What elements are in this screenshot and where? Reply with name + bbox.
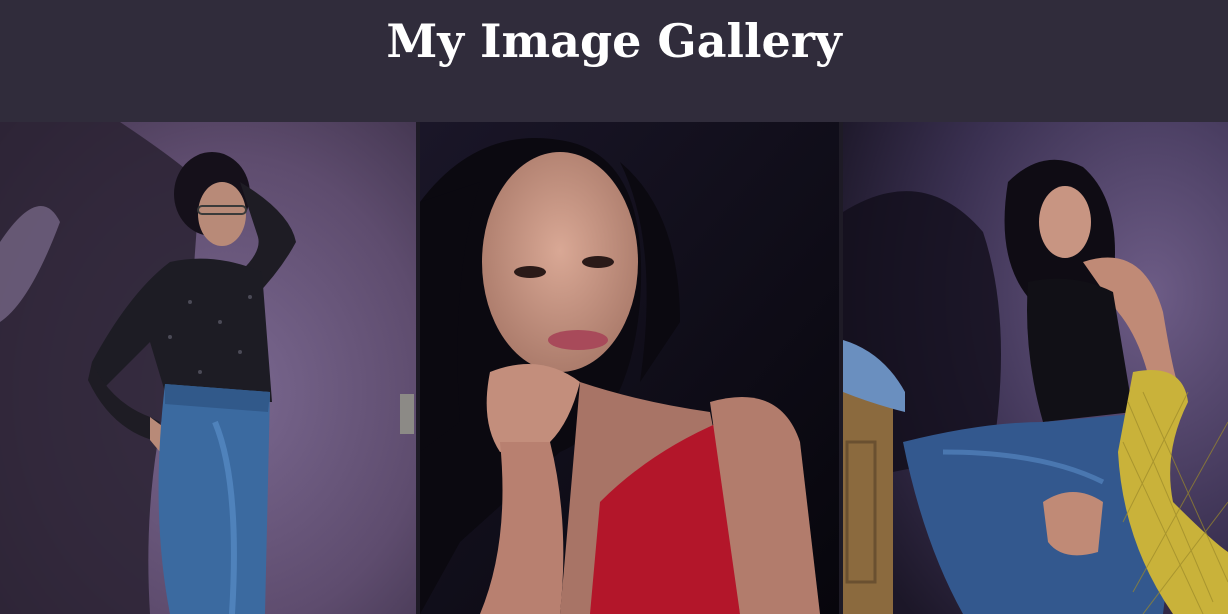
header-bar: My Image Gallery bbox=[0, 0, 1228, 122]
page-title: My Image Gallery bbox=[386, 14, 842, 68]
gallery-image-1[interactable] bbox=[0, 122, 416, 614]
image-gallery bbox=[0, 122, 1228, 614]
gallery-image-3[interactable] bbox=[843, 122, 1228, 614]
gallery-image-2[interactable] bbox=[420, 122, 839, 614]
